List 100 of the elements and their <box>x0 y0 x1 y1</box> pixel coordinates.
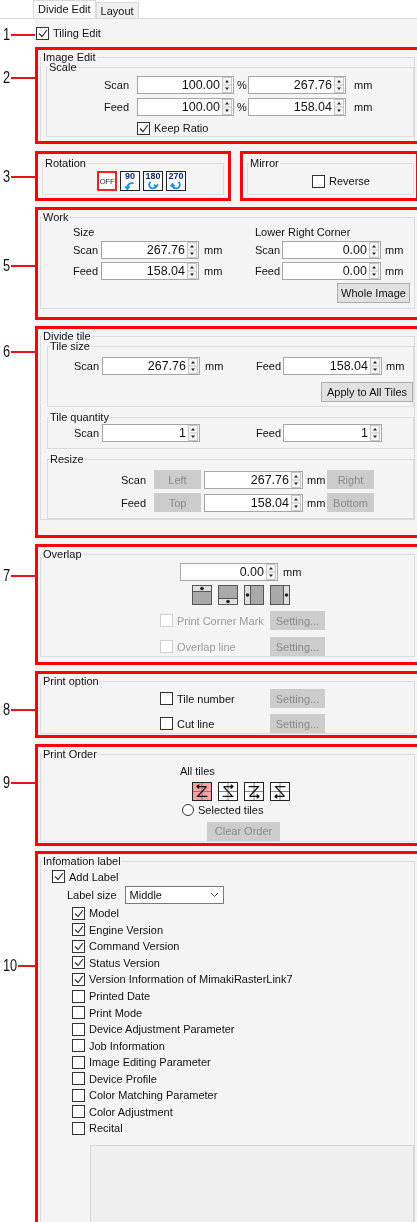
spinner-icon[interactable] <box>222 99 232 115</box>
spinner-icon[interactable] <box>188 425 198 441</box>
overlap-side-icon[interactable] <box>218 584 238 605</box>
checkbox[interactable] <box>72 1121 85 1135</box>
leader-line <box>11 176 35 178</box>
spin-field[interactable]: 267.76 <box>204 470 303 489</box>
rotation-button[interactable]: 90 <box>120 171 140 191</box>
group-title: Tile quantity <box>49 411 110 424</box>
rotation-button[interactable]: 270 <box>166 171 186 191</box>
overlap-side-icon[interactable] <box>192 584 212 605</box>
leader-line <box>11 709 35 711</box>
checkbox[interactable] <box>312 174 325 188</box>
unit-label: mm <box>384 265 405 277</box>
apply-button[interactable]: Apply to All Tiles <box>321 382 413 402</box>
callout-number: 1 <box>3 26 10 44</box>
spinner-icon[interactable] <box>369 263 379 279</box>
dropdown[interactable]: Middle <box>124 886 224 904</box>
checkbox[interactable] <box>36 26 49 40</box>
checkbox-label: Keep Ratio <box>154 122 209 134</box>
spin-field[interactable]: 267.76 <box>101 241 199 259</box>
checkbox-label: Cut line <box>177 717 215 730</box>
spin-field[interactable]: 0.00 <box>180 562 278 581</box>
field-label: Feed <box>119 496 147 509</box>
checkbox-label: Device Profile <box>89 1072 157 1085</box>
radio-button[interactable] <box>182 804 194 816</box>
spin-field[interactable]: 100.00 <box>137 98 234 116</box>
spinner-icon[interactable] <box>187 242 197 258</box>
spin-field[interactable]: 100.00 <box>137 76 234 94</box>
rotation-button[interactable]: 180 <box>143 171 163 191</box>
spinner-icon[interactable] <box>291 494 301 511</box>
checkbox[interactable] <box>72 923 85 937</box>
tab[interactable]: Divide Edit <box>33 0 96 18</box>
spin-field[interactable]: 1 <box>102 424 200 442</box>
checkbox[interactable] <box>72 972 85 986</box>
checkbox[interactable] <box>72 906 85 920</box>
spinner-icon[interactable] <box>291 471 301 488</box>
spin-field[interactable]: 0.00 <box>282 241 381 259</box>
spin-field[interactable]: 267.76 <box>102 357 200 375</box>
spin-field[interactable]: 158.04 <box>204 493 303 512</box>
checkbox[interactable] <box>72 1088 85 1102</box>
field-label: Scan <box>102 79 130 91</box>
checkbox-label: Color Adjustment <box>89 1105 173 1118</box>
checkbox[interactable] <box>72 1006 85 1020</box>
spinner-icon[interactable] <box>370 425 380 441</box>
checkbox-label: Recital <box>89 1122 123 1135</box>
checkbox[interactable] <box>72 1039 85 1053</box>
spinner-icon[interactable] <box>222 77 232 93</box>
checkbox[interactable] <box>72 956 85 970</box>
spin-field[interactable]: 158.04 <box>283 357 382 375</box>
checkbox[interactable] <box>72 1072 85 1086</box>
checkbox[interactable] <box>137 121 150 135</box>
callout-number: 3 <box>3 168 10 186</box>
checkbox[interactable] <box>72 1105 85 1119</box>
spin-field[interactable]: 267.76 <box>248 76 346 94</box>
group-title: Print Order <box>42 748 98 761</box>
unit-label: mm <box>203 265 224 277</box>
curved-arrow-icon <box>169 181 183 190</box>
checkbox-label: Job Information <box>89 1039 165 1052</box>
spinner-icon[interactable] <box>370 358 380 374</box>
unit-label: mm <box>384 244 405 256</box>
checkbox-label: Engine Version <box>89 923 163 936</box>
spinner-icon[interactable] <box>334 99 344 115</box>
unit-label: mm <box>306 473 327 486</box>
tab[interactable]: Layout <box>95 2 139 18</box>
section-label: Size <box>73 226 96 238</box>
group-title: Divide tile <box>42 330 92 342</box>
checkbox[interactable] <box>72 989 85 1003</box>
whole-image-button[interactable]: Whole Image <box>337 283 410 303</box>
checkbox[interactable] <box>72 1022 85 1036</box>
callout-number: 10 <box>3 957 15 975</box>
checkbox-label: Color Matching Parameter <box>89 1089 218 1102</box>
print-order-button[interactable] <box>218 781 238 801</box>
print-order-button[interactable] <box>244 781 264 801</box>
callout-number: 9 <box>3 774 10 792</box>
spinner-icon[interactable] <box>369 242 379 258</box>
spinner-icon[interactable] <box>188 358 198 374</box>
spinner-icon[interactable] <box>187 263 197 279</box>
checkbox[interactable] <box>72 939 85 953</box>
checkbox[interactable] <box>52 870 65 883</box>
spin-field[interactable]: 158.04 <box>248 98 346 116</box>
overlap-side-icon[interactable] <box>244 584 264 605</box>
print-order-button[interactable] <box>192 781 212 801</box>
chevron-down-icon <box>209 892 219 898</box>
unit-label: mm <box>204 360 225 372</box>
spin-field[interactable]: 158.04 <box>101 262 199 280</box>
overlap-side-icon[interactable] <box>270 584 290 605</box>
checkbox[interactable] <box>72 1055 85 1069</box>
spinner-icon[interactable] <box>334 77 344 93</box>
leader-line <box>11 34 35 36</box>
checkbox[interactable] <box>160 717 173 730</box>
spinner-icon[interactable] <box>266 563 276 580</box>
group-title: Print option <box>42 675 100 688</box>
leader-line <box>11 575 35 577</box>
spin-field[interactable]: 1 <box>283 424 382 442</box>
spin-field[interactable]: 0.00 <box>282 262 381 280</box>
print-order-button[interactable] <box>270 781 290 801</box>
callout-number: 6 <box>3 343 10 361</box>
checkbox-label: Tile number <box>177 692 235 705</box>
checkbox[interactable] <box>160 692 173 705</box>
rotation-button[interactable]: OFF <box>97 171 117 191</box>
